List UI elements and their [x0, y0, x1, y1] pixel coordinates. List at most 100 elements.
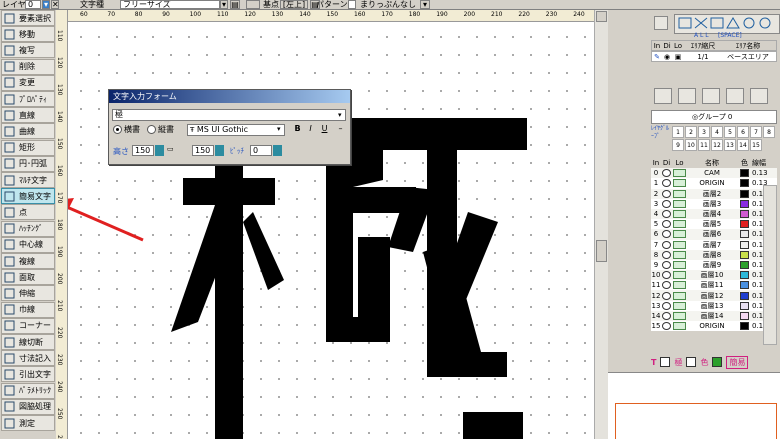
- layer-visibility-icon[interactable]: [662, 281, 671, 290]
- layer-row[interactable]: 1 ORIGIN 0.13: [651, 178, 777, 189]
- group-number-cell[interactable]: 11: [698, 139, 710, 151]
- width-stepper-icon[interactable]: [215, 145, 224, 156]
- group-number-cell[interactable]: 2: [685, 126, 697, 138]
- layer-tool-icon[interactable]: [660, 357, 671, 367]
- tool-stretch[interactable]: 伸縮: [1, 285, 55, 302]
- pitch-input[interactable]: 0: [250, 145, 272, 156]
- group-number-cell[interactable]: 5: [724, 126, 736, 138]
- layer-settings-icon[interactable]: [750, 88, 768, 104]
- layer-lock-icon[interactable]: [673, 322, 686, 331]
- group-number-cell[interactable]: 7: [750, 126, 762, 138]
- tool-property[interactable]: ﾌﾟﾛﾊﾟﾃｨ: [1, 91, 55, 107]
- tool-circle[interactable]: 円･円弧: [1, 155, 55, 172]
- overview-preview[interactable]: [608, 372, 780, 439]
- layer-lock-icon[interactable]: [686, 357, 697, 367]
- origin-button[interactable]: [左上]: [280, 0, 308, 9]
- group-number-cell[interactable]: 4: [711, 126, 723, 138]
- layer-lock-icon[interactable]: [673, 250, 686, 259]
- layer-color-swatch[interactable]: [740, 291, 749, 300]
- scroll-thumb[interactable]: [596, 240, 607, 262]
- layer-lock-icon[interactable]: [673, 301, 686, 310]
- tool-hatching[interactable]: ﾊｯﾁﾝｸﾞ: [1, 220, 55, 237]
- layer-lock-icon[interactable]: [673, 260, 686, 269]
- layer-lock-icon[interactable]: [673, 169, 686, 178]
- group-select[interactable]: ◎グループ 0: [651, 110, 777, 124]
- tool-change[interactable]: 変更: [1, 74, 55, 91]
- underline-button[interactable]: U: [319, 124, 330, 136]
- layer-lock-icon[interactable]: [673, 220, 686, 229]
- layer-visibility-icon[interactable]: [662, 322, 671, 331]
- layer-lock-icon[interactable]: [673, 179, 686, 188]
- tool-leader-text[interactable]: 引出文字: [1, 366, 55, 383]
- group-number-cell[interactable]: 3: [698, 126, 710, 138]
- layer-row[interactable]: 6 画層6 0.13: [651, 229, 777, 240]
- layer-row[interactable]: 5 画層5 0.13: [651, 219, 777, 230]
- tool-multi-text[interactable]: ﾏﾙﾁ文字: [1, 172, 55, 188]
- layer-dropdown-icon[interactable]: ▾: [42, 0, 50, 9]
- layer-row[interactable]: 8 画層8 0.13: [651, 249, 777, 260]
- layer-row[interactable]: 0 CAM 0.13: [651, 168, 777, 179]
- font-select[interactable]: Ŧ MS UI Gothic: [187, 124, 285, 136]
- tool-width-line[interactable]: 巾線: [1, 301, 55, 318]
- layer-color-swatch[interactable]: [740, 260, 749, 269]
- layer-visibility-icon[interactable]: [662, 311, 671, 320]
- tool-rectangle[interactable]: 矩形: [1, 139, 55, 156]
- layer-visibility-icon[interactable]: [662, 301, 671, 310]
- layer-visibility-icon[interactable]: [662, 220, 671, 229]
- layer-visibility-icon[interactable]: [662, 179, 671, 188]
- view-toggle-icon[interactable]: [654, 16, 668, 30]
- pitch-stepper-icon[interactable]: [273, 145, 282, 156]
- vertical-radio[interactable]: [147, 125, 156, 134]
- layer-color-swatch[interactable]: [740, 322, 749, 331]
- layer-lock-icon[interactable]: [673, 281, 686, 290]
- drawing-canvas[interactable]: 極: [68, 22, 594, 439]
- layer-lock-icon[interactable]: [673, 189, 686, 198]
- text-type-dropdown-icon[interactable]: ▾: [220, 0, 228, 9]
- tool-eraser[interactable]: 削除: [1, 58, 55, 75]
- layer-row[interactable]: 11 画層11 0.13: [651, 280, 777, 291]
- tool-parametric[interactable]: ﾊﾟﾗﾒﾄﾘｯｸ: [1, 382, 55, 399]
- layer-visibility-icon[interactable]: [662, 240, 671, 249]
- layer-visibility-icon[interactable]: [662, 260, 671, 269]
- layer-color-swatch[interactable]: [740, 301, 749, 310]
- tool-measure[interactable]: 測定: [1, 415, 55, 431]
- tool-copy[interactable]: 複写: [1, 42, 55, 59]
- layer-lock-icon[interactable]: [673, 271, 686, 280]
- group-number-cell[interactable]: 12: [711, 139, 723, 151]
- tool-dimension[interactable]: 寸法記入: [1, 350, 55, 367]
- area-row[interactable]: ✎ ◉ ▣ 1/1 ベースエリア: [651, 51, 777, 62]
- layer-color-swatch[interactable]: [740, 220, 749, 229]
- rounding-dropdown-icon[interactable]: ▾: [420, 0, 430, 9]
- width-input[interactable]: 150: [192, 145, 214, 156]
- group-number-cell[interactable]: 8: [763, 126, 775, 138]
- font-dropdown-icon[interactable]: ▾: [277, 125, 281, 133]
- tool-parallel-line[interactable]: 複線: [1, 253, 55, 269]
- layer-lock-icon[interactable]: [673, 291, 686, 300]
- strike-button[interactable]: –: [335, 124, 346, 136]
- layer-select[interactable]: 0: [25, 0, 41, 9]
- layer-row[interactable]: 15 ORIGIN 0.13: [651, 321, 777, 332]
- layer-row[interactable]: 7 画層7 0.13: [651, 239, 777, 250]
- text-input-dropdown-icon[interactable]: ▾: [338, 111, 342, 119]
- layer-scrollbar[interactable]: [763, 185, 777, 345]
- layer-list-icon[interactable]: [654, 88, 672, 104]
- layer-lock-icon[interactable]: [673, 311, 686, 320]
- layer-color-swatch[interactable]: [740, 199, 749, 208]
- group-number-cell[interactable]: 13: [724, 139, 736, 151]
- tool-simple-text[interactable]: 簡易文字: [1, 188, 55, 205]
- group-number-cell[interactable]: 10: [685, 139, 697, 151]
- close-icon[interactable]: ✕: [51, 0, 59, 9]
- color-swatch-icon[interactable]: [712, 357, 723, 367]
- text-settings-icon[interactable]: ▤: [230, 0, 240, 9]
- layer-color-swatch[interactable]: [740, 311, 749, 320]
- layer-row[interactable]: 4 画層4 0.13: [651, 208, 777, 220]
- bold-button[interactable]: B: [292, 124, 303, 136]
- text-input-field[interactable]: 極: [112, 109, 346, 121]
- layer-visibility-icon[interactable]: [662, 230, 671, 239]
- layer-visibility-icon[interactable]: [662, 271, 671, 280]
- tool-curve[interactable]: 曲線: [1, 123, 55, 140]
- layer-lock-icon[interactable]: [673, 240, 686, 249]
- layer-row[interactable]: 10 画層10 0.13: [651, 270, 777, 281]
- group-number-cell[interactable]: 9: [672, 139, 684, 151]
- layer-search-icon[interactable]: [702, 88, 720, 104]
